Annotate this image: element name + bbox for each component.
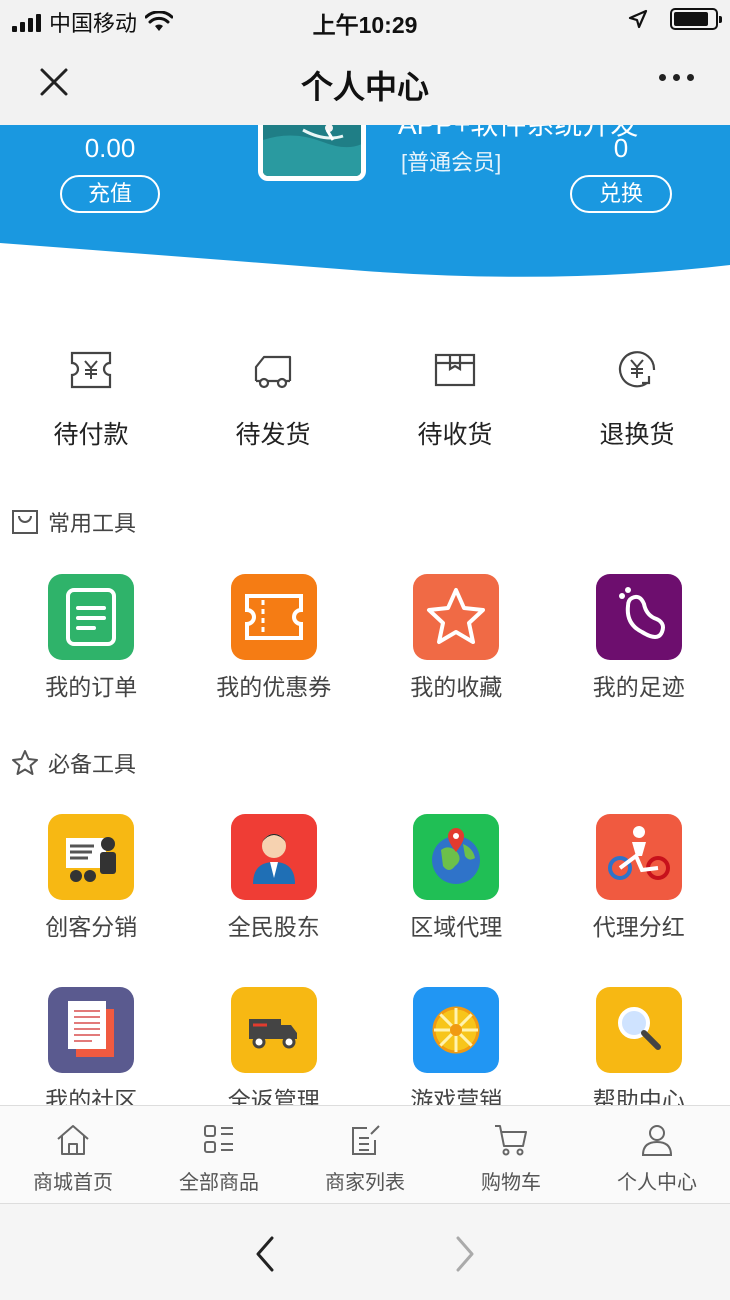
tool-label: 我的足迹 xyxy=(592,674,685,700)
location-arrow-icon xyxy=(628,9,648,29)
coupon-icon xyxy=(230,574,317,660)
status-right xyxy=(628,8,722,30)
order-pending-receipt[interactable]: 待收货 xyxy=(364,345,546,465)
tool-help-center[interactable]: 帮助中心 xyxy=(548,987,730,1115)
tool-label: 全民股东 xyxy=(227,914,320,940)
tab-label: 个人中心 xyxy=(617,1172,697,1194)
member-level: [普通会员] xyxy=(401,150,502,175)
points-value: 0 xyxy=(613,133,629,163)
tab-profile[interactable]: 个人中心 xyxy=(584,1106,730,1203)
tab-all-products[interactable]: 全部商品 xyxy=(146,1106,292,1203)
tab-label: 商家列表 xyxy=(325,1172,405,1194)
footprint-icon xyxy=(595,574,682,660)
order-label: 待发货 xyxy=(235,421,311,449)
bike-rider-icon xyxy=(595,814,682,900)
user-icon xyxy=(641,1125,673,1156)
essential-tools-grid: 创客分销 全民股东 区域代理 代理分红 我的社区 全返管理 游戏营销 帮助中心 xyxy=(0,814,730,1115)
star-icon xyxy=(413,574,500,660)
order-label: 待收货 xyxy=(417,421,493,449)
tool-label: 区域代理 xyxy=(410,914,503,940)
tool-label: 我的优惠券 xyxy=(216,674,332,700)
status-time: 上午10:29 xyxy=(312,12,418,38)
tab-label: 全部商品 xyxy=(179,1172,259,1194)
common-tools-grid: 我的订单 我的优惠券 我的收藏 我的足迹 xyxy=(0,574,730,702)
browser-nav-bar xyxy=(0,1203,730,1300)
avatar[interactable] xyxy=(258,125,366,181)
order-return-exchange[interactable]: 退换货 xyxy=(546,345,728,465)
tool-label: 代理分红 xyxy=(592,914,685,940)
tool-maker-distribution[interactable]: 创客分销 xyxy=(0,814,183,987)
star-outline-icon xyxy=(12,750,38,775)
order-label: 待付款 xyxy=(53,421,129,449)
home-icon xyxy=(57,1125,89,1155)
avatar-image xyxy=(263,125,361,176)
wheel-icon xyxy=(413,987,500,1073)
tool-label: 我的订单 xyxy=(45,674,138,700)
person-icon xyxy=(230,814,317,900)
page-title: 个人中心 xyxy=(300,69,429,105)
document-icon xyxy=(48,987,135,1073)
tool-label: 创客分销 xyxy=(45,914,138,940)
status-bar: 中国移动 上午10:29 xyxy=(0,0,730,40)
back-arrow-icon[interactable] xyxy=(250,1234,280,1274)
order-icon xyxy=(48,574,135,660)
tab-label: 购物车 xyxy=(481,1172,541,1194)
tool-regional-agent[interactable]: 区域代理 xyxy=(365,814,548,987)
forward-arrow-icon[interactable] xyxy=(450,1234,480,1274)
pending-receipt-icon xyxy=(434,353,476,387)
section-essential-tools: 必备工具 xyxy=(10,747,136,779)
order-status-row: 待付款 待发货 待收货 退换货 xyxy=(0,345,730,465)
tool-my-coupons[interactable]: 我的优惠券 xyxy=(183,574,366,702)
battery-icon xyxy=(670,8,722,30)
return-exchange-icon xyxy=(618,351,656,388)
recharge-button[interactable]: 充值 xyxy=(60,175,160,213)
magnifier-icon xyxy=(595,987,682,1073)
balance-value: 0.00 xyxy=(84,133,136,163)
tab-merchant-list[interactable]: 商家列表 xyxy=(292,1106,438,1203)
pending-payment-icon xyxy=(70,351,112,389)
tool-label: 我的收藏 xyxy=(410,674,503,700)
section-title: 必备工具 xyxy=(48,752,137,777)
tab-cart[interactable]: 购物车 xyxy=(438,1106,584,1203)
order-pending-payment[interactable]: 待付款 xyxy=(0,345,182,465)
bag-icon xyxy=(12,510,38,534)
presenter-icon xyxy=(48,814,135,900)
tool-my-footprints[interactable]: 我的足迹 xyxy=(548,574,730,702)
profile-banner: APP+软件系统开发 [普通会员] 0.00 充值 0 兑换 xyxy=(0,125,730,285)
order-label: 退换货 xyxy=(599,421,675,449)
tool-my-orders[interactable]: 我的订单 xyxy=(0,574,183,702)
grid-list-icon xyxy=(204,1125,233,1153)
tool-all-shareholders[interactable]: 全民股东 xyxy=(183,814,366,987)
globe-icon xyxy=(413,814,500,900)
tool-game-marketing[interactable]: 游戏营销 xyxy=(365,987,548,1115)
section-common-tools: 常用工具 xyxy=(10,506,136,538)
cart-icon xyxy=(495,1125,527,1156)
tab-label: 商城首页 xyxy=(33,1172,113,1194)
more-icon[interactable] xyxy=(659,74,694,81)
edit-list-icon xyxy=(352,1125,380,1155)
nav-header: 个人中心 xyxy=(0,40,730,125)
bottom-tab-bar: 商城首页 全部商品 商家列表 购物车 个人中心 xyxy=(0,1105,730,1203)
pending-shipment-icon xyxy=(254,355,292,389)
order-pending-shipment[interactable]: 待发货 xyxy=(182,345,364,465)
tool-full-rebate[interactable]: 全返管理 xyxy=(183,987,366,1115)
tool-agent-dividend[interactable]: 代理分红 xyxy=(548,814,730,987)
tool-my-community[interactable]: 我的社区 xyxy=(0,987,183,1115)
section-title: 常用工具 xyxy=(48,511,137,536)
truck-icon xyxy=(230,987,317,1073)
tool-my-favorites[interactable]: 我的收藏 xyxy=(365,574,548,702)
tab-home[interactable]: 商城首页 xyxy=(0,1106,146,1203)
redeem-button[interactable]: 兑换 xyxy=(570,175,672,213)
